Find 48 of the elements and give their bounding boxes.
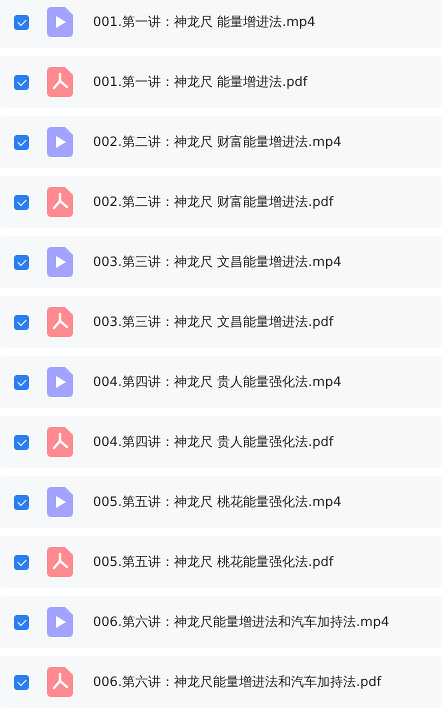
file-row[interactable]: 001.第一讲：神龙尺 能量增进法.pdf	[0, 56, 442, 108]
file-name: 001.第一讲：神龙尺 能量增进法.mp4	[93, 14, 316, 31]
file-row[interactable]: 006.第六讲：神龙尺能量增进法和汽车加持法.mp4	[0, 596, 442, 648]
file-row[interactable]: 002.第二讲：神龙尺 财富能量增进法.mp4	[0, 116, 442, 168]
video-file-icon	[47, 127, 73, 157]
checkbox[interactable]	[14, 554, 29, 570]
file-row[interactable]: 004.第四讲：神龙尺 贵人能量强化法.mp4	[0, 356, 442, 408]
video-file-icon	[47, 247, 73, 277]
pdf-file-icon	[47, 187, 73, 217]
pdf-file-icon	[47, 547, 73, 577]
file-name: 004.第四讲：神龙尺 贵人能量强化法.mp4	[93, 374, 342, 391]
file-row[interactable]: 001.第一讲：神龙尺 能量增进法.mp4	[0, 0, 442, 48]
file-row[interactable]: 003.第三讲：神龙尺 文昌能量增进法.mp4	[0, 236, 442, 288]
video-file-icon	[47, 7, 73, 37]
file-row[interactable]: 005.第五讲：神龙尺 桃花能量强化法.mp4	[0, 476, 442, 528]
file-row[interactable]: 005.第五讲：神龙尺 桃花能量强化法.pdf	[0, 536, 442, 588]
checkbox[interactable]	[14, 614, 29, 630]
pdf-file-icon	[47, 307, 73, 337]
video-file-icon	[47, 367, 73, 397]
checkbox[interactable]	[14, 314, 29, 330]
file-row[interactable]: 006.第六讲：神龙尺能量增进法和汽车加持法.pdf	[0, 656, 442, 708]
checkbox[interactable]	[14, 254, 29, 270]
file-name: 006.第六讲：神龙尺能量增进法和汽车加持法.pdf	[93, 674, 382, 691]
file-name: 004.第四讲：神龙尺 贵人能量强化法.pdf	[93, 434, 334, 451]
checkbox[interactable]	[14, 194, 29, 210]
file-name: 005.第五讲：神龙尺 桃花能量强化法.pdf	[93, 554, 334, 571]
file-name: 002.第二讲：神龙尺 财富能量增进法.pdf	[93, 194, 334, 211]
video-file-icon	[47, 607, 73, 637]
file-name: 001.第一讲：神龙尺 能量增进法.pdf	[93, 74, 308, 91]
file-name: 002.第二讲：神龙尺 财富能量增进法.mp4	[93, 134, 342, 151]
checkbox[interactable]	[14, 134, 29, 150]
file-name: 003.第三讲：神龙尺 文昌能量增进法.pdf	[93, 314, 334, 331]
pdf-file-icon	[47, 67, 73, 97]
checkbox[interactable]	[14, 374, 29, 390]
checkbox[interactable]	[14, 494, 29, 510]
file-row[interactable]: 004.第四讲：神龙尺 贵人能量强化法.pdf	[0, 416, 442, 468]
file-name: 003.第三讲：神龙尺 文昌能量增进法.mp4	[93, 254, 342, 271]
checkbox[interactable]	[14, 434, 29, 450]
pdf-file-icon	[47, 667, 73, 697]
file-name: 006.第六讲：神龙尺能量增进法和汽车加持法.mp4	[93, 614, 390, 631]
file-row[interactable]: 003.第三讲：神龙尺 文昌能量增进法.pdf	[0, 296, 442, 348]
video-file-icon	[47, 487, 73, 517]
checkbox[interactable]	[14, 14, 29, 30]
file-name: 005.第五讲：神龙尺 桃花能量强化法.mp4	[93, 494, 342, 511]
pdf-file-icon	[47, 427, 73, 457]
checkbox[interactable]	[14, 674, 29, 690]
checkbox[interactable]	[14, 74, 29, 90]
file-row[interactable]: 002.第二讲：神龙尺 财富能量增进法.pdf	[0, 176, 442, 228]
